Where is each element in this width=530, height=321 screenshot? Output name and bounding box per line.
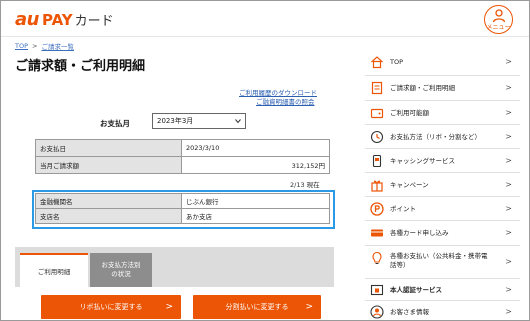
breadcrumb-current[interactable]: ご請求一覧 — [41, 41, 74, 51]
tab-bar: ご利用明細 お支払方法別 の状況 — [15, 247, 334, 287]
sidebar-item-label: お客さま情報 — [390, 308, 429, 316]
page-title: ご請求額・ご利用明細 — [15, 59, 146, 74]
chevron-right-icon: > — [505, 204, 512, 213]
sidebar-item-label: 各種お支払い（公共料金・携帯電 話等） — [390, 252, 488, 270]
table-row: 当月ご請求額 312,152円 — [35, 156, 330, 174]
logo-pay: PAY — [41, 11, 73, 29]
chevron-right-icon: > — [505, 108, 512, 117]
sidebar-item-label: TOP — [390, 58, 404, 66]
sidebar-item-label: ポイント — [390, 205, 416, 213]
sidebar-item-available-amount[interactable]: ご利用可能額 > — [365, 101, 520, 125]
billing-amount-label: 当月ご請求額 — [35, 156, 182, 174]
chevron-right-icon: > — [505, 156, 512, 165]
sidebar-item-top[interactable]: TOP > — [365, 49, 520, 76]
payment-date-label: お支払日 — [35, 139, 182, 157]
payment-date-value: 2023/3/10 — [181, 139, 330, 157]
branch-name-value: あか支店 — [181, 208, 330, 224]
sidebar-item-card-apply[interactable]: 各種カード申し込み > — [365, 221, 520, 246]
sidebar-item-label: ご利用可能額 — [390, 109, 429, 117]
sidebar-item-campaign[interactable]: キャンペーン > — [365, 173, 520, 197]
point-icon — [370, 202, 384, 216]
payment-method-icon — [370, 130, 384, 144]
pay-month-select[interactable]: 2023年3月 — [152, 113, 246, 129]
sidebar-item-label-line1: 各種お支払い（公共料金・携帯電 — [390, 252, 488, 260]
sidebar-item-label: キャンペーン — [390, 181, 429, 189]
table-row: お支払日 2023/3/10 — [35, 139, 330, 157]
sidebar-item-label: お支払方法（リボ・分割など） — [390, 133, 481, 141]
sidebar-item-label: 各種カード申し込み — [390, 229, 449, 237]
chevron-down-icon — [235, 119, 241, 124]
sidebar-item-statement[interactable]: ご請求額・ご利用明細 > — [365, 76, 520, 101]
sidebar-item-cashing[interactable]: キャッシングサービス > — [365, 149, 520, 173]
chevron-right-icon: > — [505, 57, 512, 66]
chevron-right-icon: > — [505, 257, 512, 266]
wallet-icon — [370, 108, 384, 119]
summary-table: お支払日 2023/3/10 当月ご請求額 312,152円 — [35, 139, 330, 174]
customer-info-icon — [370, 305, 384, 319]
breadcrumb-top[interactable]: TOP — [15, 42, 28, 50]
bank-name-value: じぶん銀行 — [181, 193, 330, 209]
menu-label: メニュー — [486, 24, 511, 31]
sidebar-item-label: 本人認証サービス — [390, 286, 442, 294]
chevron-right-icon: > — [505, 307, 512, 316]
tab-payment-status-line2: の状況 — [111, 270, 131, 278]
status-as-of: 2/13 現在 — [290, 181, 320, 189]
breadcrumb: TOP > ご請求一覧 — [15, 41, 74, 51]
logo[interactable]: au PAY カード — [15, 9, 114, 30]
sidebar-item-points[interactable]: ポイント > — [365, 197, 520, 221]
chevron-right-icon: > — [505, 285, 512, 294]
chevron-right-icon: > — [165, 302, 173, 312]
billing-amount-value: 312,152円 — [181, 156, 330, 174]
pay-month-value: 2023年3月 — [157, 117, 194, 125]
branch-name-label: 支店名 — [35, 208, 182, 224]
header: au PAY カード メニュー — [1, 1, 529, 37]
table-row: 支店名 あか支店 — [35, 208, 330, 224]
sidebar-item-authentication[interactable]: 本人認証サービス > — [365, 279, 520, 301]
menu-button[interactable]: メニュー — [484, 5, 513, 34]
sidebar-item-label: キャッシングサービス — [390, 157, 455, 165]
statement-icon — [371, 81, 383, 95]
tab-payment-status-line1: お支払方法別 — [101, 261, 141, 269]
breadcrumb-separator: > — [32, 42, 38, 50]
sidebar-item-bill-payment[interactable]: 各種お支払い（公共料金・携帯電 話等） > — [365, 246, 520, 279]
tab-usage-details[interactable]: ご利用明細 — [20, 253, 88, 287]
chevron-right-icon: > — [505, 228, 512, 237]
cash-icon — [372, 154, 382, 168]
revolving-change-label: リボ払いに変更する — [79, 303, 143, 311]
chevron-right-icon: > — [505, 83, 512, 92]
pay-month-label: お支払月 — [100, 119, 130, 128]
auth-icon — [370, 284, 384, 296]
gift-icon — [371, 180, 383, 192]
sidebar-item-payment-method[interactable]: お支払方法（リボ・分割など） > — [365, 125, 520, 149]
person-icon — [492, 9, 505, 23]
table-row: 金融機関名 じぶん銀行 — [35, 193, 330, 209]
installment-change-label: 分割払いに変更する — [225, 303, 289, 311]
chevron-right-icon: > — [505, 180, 512, 189]
home-icon — [371, 56, 383, 69]
revolving-change-button[interactable]: リボ払いに変更する > — [41, 295, 181, 319]
loan-statement-link[interactable]: ご融資明細書の照会 — [256, 96, 315, 106]
card-apply-icon — [371, 229, 383, 237]
chevron-right-icon: > — [305, 302, 313, 312]
logo-card: カード — [74, 14, 114, 29]
installment-change-button[interactable]: 分割払いに変更する > — [193, 295, 321, 319]
tab-payment-status[interactable]: お支払方法別 の状況 — [90, 253, 152, 287]
sidebar-item-label: ご請求額・ご利用明細 — [390, 84, 455, 92]
chevron-right-icon: > — [505, 132, 512, 141]
page-frame: au PAY カード メニュー TOP > ご請求一覧 ご請求額・ご利用明細 ご… — [0, 0, 530, 321]
sidebar-item-customer-info[interactable]: お客さま情報 > — [365, 301, 520, 320]
sidebar-item-label-line2: 話等） — [390, 261, 410, 269]
bank-name-label: 金融機関名 — [35, 193, 182, 209]
logo-au: au — [15, 9, 39, 30]
bill-payment-icon — [372, 251, 382, 264]
bank-table: 金融機関名 じぶん銀行 支店名 あか支店 — [35, 193, 330, 224]
